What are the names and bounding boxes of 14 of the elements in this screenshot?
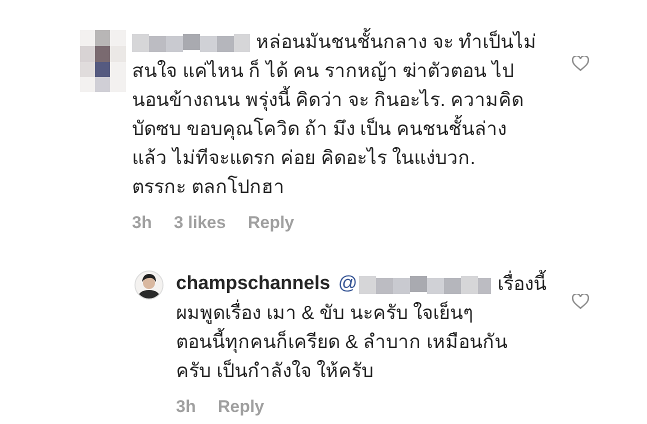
avatar[interactable] bbox=[134, 270, 164, 300]
username[interactable]: champschannels bbox=[176, 270, 330, 299]
likes-count[interactable]: 3 likes bbox=[174, 210, 226, 236]
comment-text: ผมพูดเรื่อง เมา & ขับ นะครับ ใจเย็นๆ ตอนนี้ทุกคนก็เครียด & ลำบาก เหมือนกัน ครับ เป็นกำลังใจ ให้ครับ bbox=[176, 299, 546, 386]
mention-link[interactable]: @ bbox=[338, 270, 358, 299]
reply-link[interactable]: Reply bbox=[248, 210, 294, 236]
comment-time: 3h bbox=[176, 396, 196, 418]
heart-icon[interactable] bbox=[572, 56, 589, 72]
comment-time: 3h bbox=[132, 212, 152, 234]
comment-text: สนใจ แค่ไหน ก็ ได้ คน รากหญ้า ฆ่าตัวตอน ไป นอนข้างถนน พรุ่งนี้ คิดว่า จะ กินอะไร. ความคิด บัดซบ ขอบคุณโควิด ถ้า มึง เป็น คนชนชั้นล่าง แล้ว ไม่ทีจะแดรก ค่อย คิดอะไร ในแง่บวก. ตรรกะ ตลกโปกฮา bbox=[132, 58, 525, 200]
comment-text: เรื่องนี้ bbox=[497, 270, 546, 299]
reply-link[interactable]: Reply bbox=[218, 394, 264, 420]
heart-icon[interactable] bbox=[572, 294, 589, 310]
comment-text: หล่อนมันชนชั้นกลาง จะ ทำเป็นไม่ bbox=[256, 28, 537, 57]
